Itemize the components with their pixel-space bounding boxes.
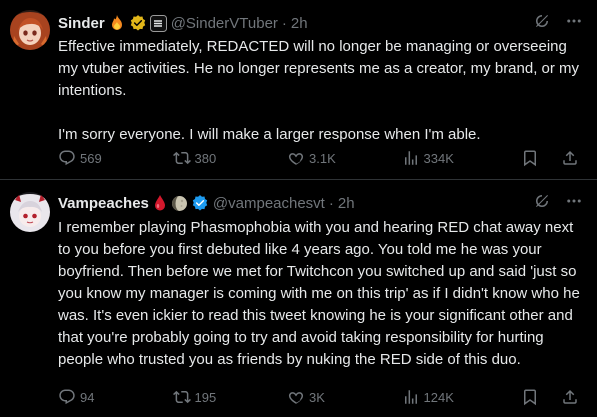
repost-icon [172,151,191,165]
view-count: 124K [423,389,454,405]
reply-count: 94 [80,389,95,405]
secondary-actions [521,149,583,167]
reply-icon [59,150,75,166]
like-count: 3K [309,389,325,405]
reply-icon [59,389,75,405]
bookmark-icon[interactable] [521,388,543,406]
repost-count: 380 [194,150,217,166]
like-button[interactable]: 3.1K [287,149,402,167]
analytics-icon [404,151,417,165]
user-handle[interactable]: @SinderVTuber [171,15,278,32]
tweet-paragraph: I'm sorry everyone. I will make a larger… [58,126,481,143]
tweet[interactable]: Sinder @SinderVTuber · 2h Effective imme… [0,0,597,180]
user-handle[interactable]: @vampeachesvt [213,195,325,212]
tweet-actions: 94 195 3K 124K [58,386,583,408]
repost-count: 195 [194,389,217,405]
tweet-header: Sinder @SinderVTuber · 2h [58,12,308,34]
grok-icon[interactable] [533,192,551,215]
tweet-actions: 569 380 3.1K 334K [58,147,583,169]
avatar[interactable] [10,192,50,232]
views-button[interactable]: 334K [402,149,521,167]
fire-icon [108,14,126,32]
tweet-text: Effective immediately, REDACTED will no … [58,36,584,146]
tweet-paragraph: I remember playing Phasmophobia with you… [58,219,580,368]
timestamp[interactable]: 2h [291,15,308,32]
reply-button[interactable]: 569 [58,149,173,167]
tweet[interactable]: Vampeaches @vampeachesvt · 2h I remember… [0,180,597,417]
view-count: 334K [423,150,454,166]
more-options-icon[interactable] [565,192,583,215]
secondary-actions [521,388,583,406]
affiliate-logo-icon[interactable] [149,14,167,32]
more-options-icon[interactable] [565,12,583,35]
timeline: Sinder @SinderVTuber · 2h Effective imme… [0,0,597,417]
share-icon[interactable] [561,388,583,406]
bookmark-icon[interactable] [521,149,543,167]
like-button[interactable]: 3K [287,388,402,406]
reply-count: 569 [80,150,102,166]
reply-button[interactable]: 94 [58,388,173,406]
display-name[interactable]: Vampeaches [58,195,149,212]
repost-button[interactable]: 195 [172,388,288,406]
blood-drop-icon [152,194,168,212]
heart-icon [288,392,304,404]
like-count: 3.1K [309,150,336,166]
verified-gold-icon[interactable] [129,14,147,32]
timestamp[interactable]: 2h [338,195,355,212]
separator-dot: · [328,194,334,212]
repost-icon [172,390,191,404]
display-name[interactable]: Sinder [58,15,105,32]
header-actions [533,12,583,34]
tweet-text: I remember playing Phasmophobia with you… [58,217,584,371]
header-actions [533,192,583,214]
avatar[interactable] [10,10,50,50]
grok-icon[interactable] [533,12,551,35]
heart-icon [288,153,304,165]
tweet-paragraph: Effective immediately, REDACTED will no … [58,38,580,99]
tweet-header: Vampeaches @vampeachesvt · 2h [58,192,355,214]
verified-blue-icon[interactable] [191,194,209,212]
views-button[interactable]: 124K [402,388,521,406]
repost-button[interactable]: 380 [172,149,288,167]
share-icon[interactable] [561,149,583,167]
moon-icon [171,195,188,212]
analytics-icon [404,390,417,404]
separator-dot: · [281,14,287,32]
